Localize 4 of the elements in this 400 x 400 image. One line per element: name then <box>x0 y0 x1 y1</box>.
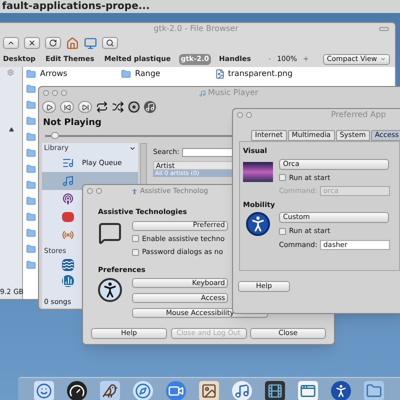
window-title: Music Player <box>199 89 258 97</box>
window-title: Preferred App <box>331 111 386 119</box>
window-title: gtk-2.0 - File Browser <box>154 25 238 33</box>
window-title: fault-applications-prope... <box>2 2 150 12</box>
